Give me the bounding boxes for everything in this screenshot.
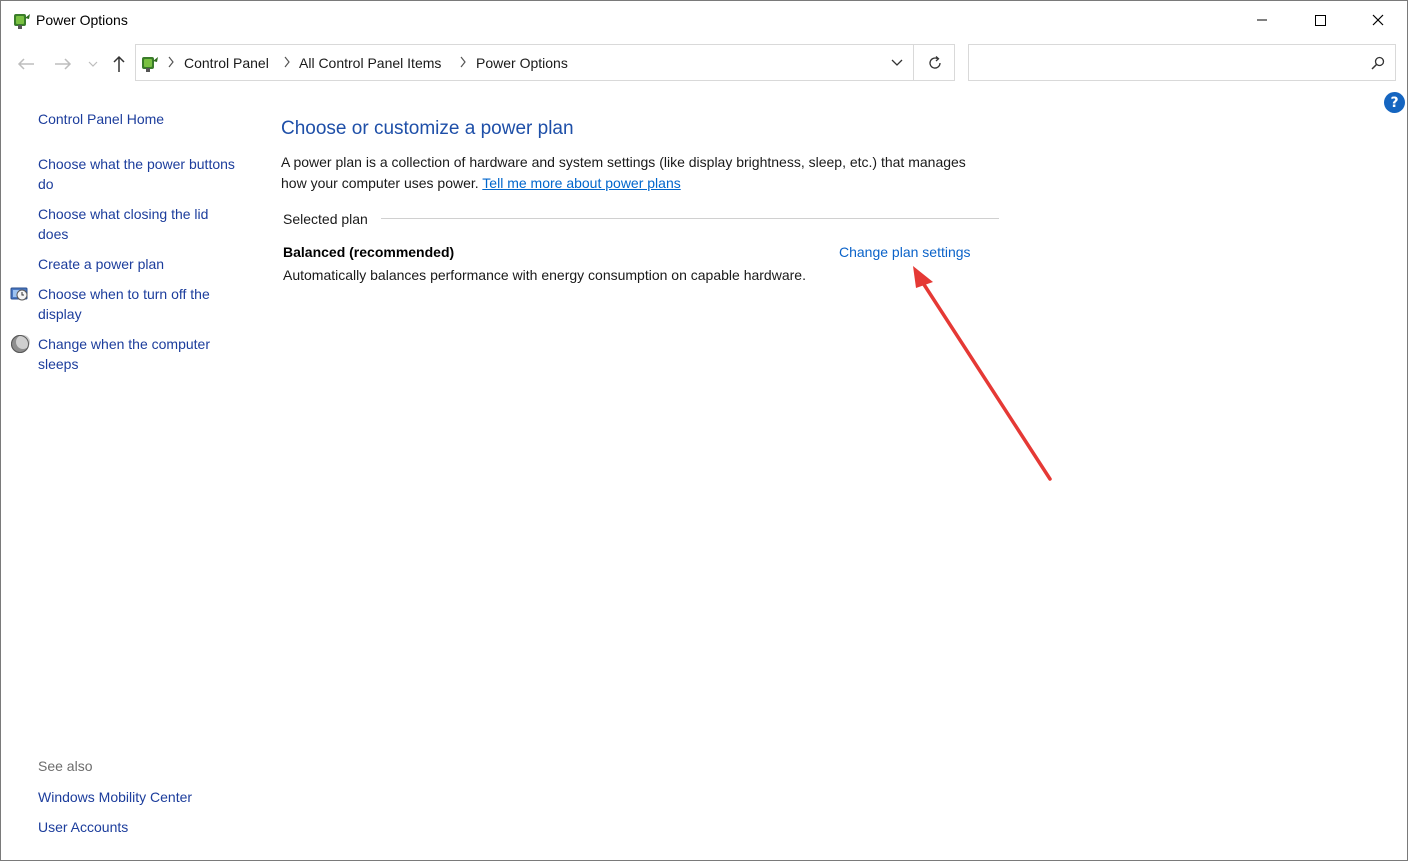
help-icon: ? (1390, 94, 1399, 111)
selected-plan-label: Selected plan (283, 211, 368, 227)
sidebar-item-create-plan[interactable]: Create a power plan (38, 254, 238, 274)
chevron-down-icon (88, 61, 98, 67)
page-title: Choose or customize a power plan (281, 118, 574, 139)
arrow-left-icon (17, 58, 34, 70)
sidebar-item-turn-off-display[interactable]: Choose when to turn off the display (38, 284, 238, 324)
window-title: Power Options (36, 12, 128, 28)
breadcrumb-all-items[interactable]: All Control Panel Items (299, 55, 441, 71)
sidebar-item-user-accounts[interactable]: User Accounts (38, 817, 238, 837)
refresh-button[interactable] (918, 45, 952, 80)
sidebar-item-mobility-center[interactable]: Windows Mobility Center (38, 787, 238, 807)
group-divider (381, 218, 999, 219)
chevron-right-icon (284, 56, 290, 68)
close-button[interactable] (1349, 1, 1407, 39)
sidebar-item-closing-lid[interactable]: Choose what closing the lid does (38, 204, 238, 244)
change-plan-settings-link[interactable]: Change plan settings (839, 244, 971, 260)
help-button[interactable]: ? (1384, 92, 1405, 113)
chevron-right-icon (168, 56, 174, 68)
close-icon (1372, 14, 1384, 26)
chevron-down-icon (891, 59, 903, 66)
learn-more-link[interactable]: Tell me more about power plans (482, 175, 680, 191)
display-clock-icon (10, 287, 28, 301)
refresh-icon (929, 55, 941, 69)
minimize-button[interactable] (1233, 1, 1291, 39)
address-history-dropdown[interactable] (881, 45, 913, 80)
chevron-right-icon (460, 56, 466, 68)
title-bar: Power Options (1, 1, 1407, 39)
search-icon (1371, 56, 1385, 70)
power-options-icon (14, 14, 30, 29)
page-description: A power plan is a collection of hardware… (281, 152, 981, 194)
power-options-icon (142, 57, 158, 72)
plan-description: Automatically balances performance with … (283, 267, 806, 283)
search-input[interactable] (973, 49, 1357, 78)
navigation-bar: Control Panel All Control Panel Items Po… (1, 43, 1407, 83)
power-options-window: Power Options Control Panel All Control … (0, 0, 1408, 861)
up-button[interactable] (108, 53, 130, 75)
maximize-button[interactable] (1291, 1, 1349, 39)
minimize-icon (1257, 19, 1267, 21)
forward-button[interactable] (52, 53, 74, 75)
back-button[interactable] (15, 53, 37, 75)
maximize-icon (1315, 15, 1326, 26)
address-divider (913, 45, 914, 80)
moon-icon (11, 335, 30, 353)
see-also-heading: See also (38, 758, 93, 774)
sidebar-item-computer-sleeps[interactable]: Change when the computer sleeps (38, 334, 238, 374)
breadcrumb-control-panel[interactable]: Control Panel (184, 55, 269, 71)
address-bar[interactable]: Control Panel All Control Panel Items Po… (135, 44, 955, 81)
arrow-right-icon (55, 58, 72, 70)
search-box[interactable] (968, 44, 1396, 81)
plan-name: Balanced (recommended) (283, 244, 455, 260)
sidebar-item-control-panel-home[interactable]: Control Panel Home (38, 109, 238, 129)
recent-locations-button[interactable] (85, 53, 101, 75)
arrow-up-icon (113, 55, 125, 72)
breadcrumb-power-options[interactable]: Power Options (476, 55, 568, 71)
sidebar-item-power-buttons[interactable]: Choose what the power buttons do (38, 154, 238, 194)
